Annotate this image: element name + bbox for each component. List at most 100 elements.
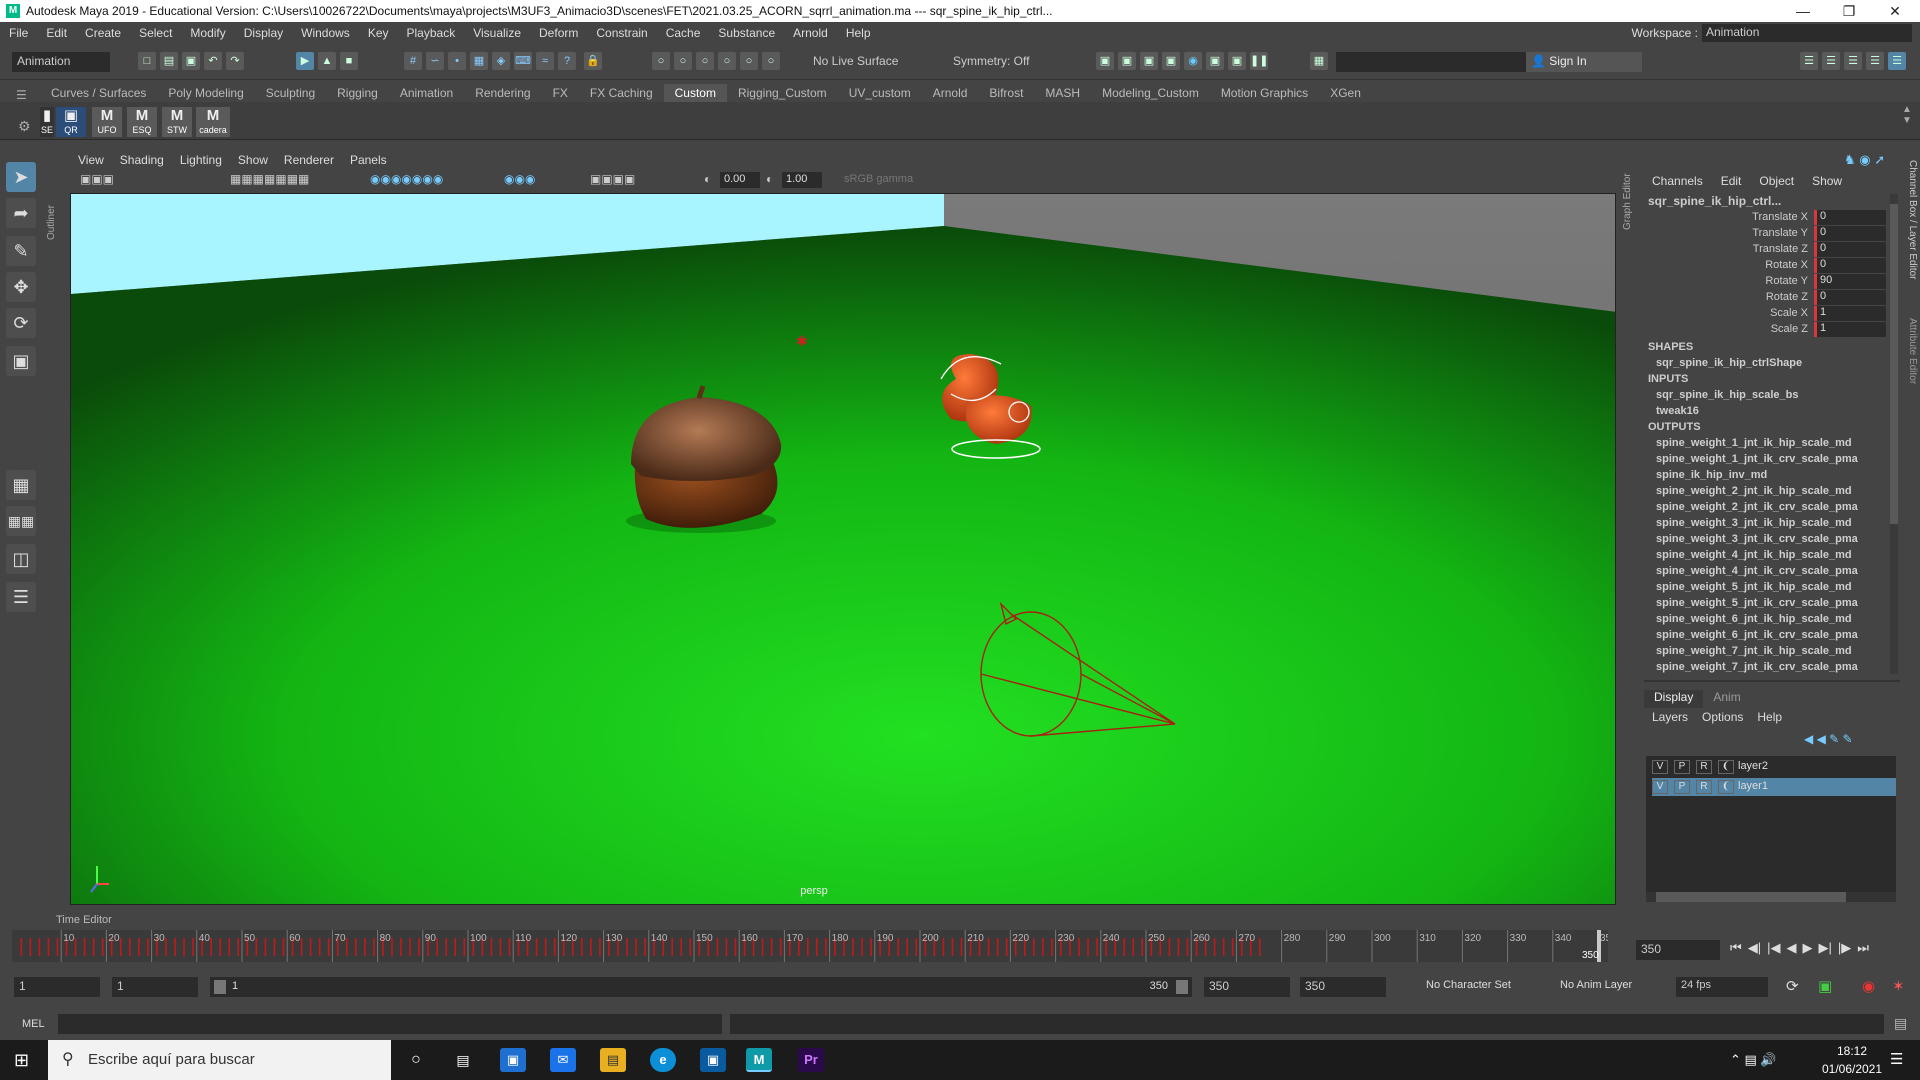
shelf-button-cadera[interactable]: Mcadera <box>196 107 230 137</box>
menu-windows[interactable]: Windows <box>292 26 359 40</box>
current-frame-field[interactable]: 350 <box>1636 940 1720 960</box>
render-view-window-icon[interactable]: ▣ <box>1096 52 1114 70</box>
cb-menu-channels[interactable]: Channels <box>1652 174 1703 188</box>
shelf-tab-uv-custom[interactable]: UV_custom <box>838 84 922 102</box>
render-current-frame-icon[interactable]: ▣ <box>1118 52 1136 70</box>
shelf-settings-gear-icon[interactable]: ⚙ <box>18 118 31 135</box>
range-slider[interactable]: 1 350 <box>210 977 1192 997</box>
auto-key-icon[interactable]: ▣ <box>1818 977 1832 995</box>
step-forward-frame-icon[interactable]: ▶| <box>1818 940 1831 956</box>
maximize-button[interactable]: ❐ <box>1826 0 1872 22</box>
shelf-tab-fx-caching[interactable]: FX Caching <box>579 84 664 102</box>
command-input[interactable] <box>58 1014 722 1034</box>
range-start-handle[interactable] <box>214 980 226 994</box>
layer-visibility-toggle[interactable]: V <box>1652 760 1668 774</box>
single-perspective-layout-icon[interactable]: ▦ <box>6 470 36 500</box>
viewport-menu-view[interactable]: View <box>70 153 112 171</box>
tool-settings-toggle-icon[interactable]: ☰ <box>1844 52 1862 70</box>
output-node[interactable]: spine_weight_7_jnt_ik_hip_scale_md <box>1656 645 1852 657</box>
input-node[interactable]: tweak16 <box>1656 405 1699 417</box>
shelf-tab-animation[interactable]: Animation <box>389 84 464 102</box>
menu-edit[interactable]: Edit <box>37 26 76 40</box>
step-back-frame-icon[interactable]: |◀ <box>1767 940 1780 956</box>
symmetry-field[interactable]: Symmetry: Off <box>948 52 1048 72</box>
go-to-start-icon[interactable]: ⏮ <box>1730 940 1742 956</box>
input-node[interactable]: sqr_spine_ik_hip_scale_bs <box>1656 389 1798 401</box>
select-by-object-icon[interactable]: ▲ <box>318 52 336 70</box>
menu-modify[interactable]: Modify <box>181 26 234 40</box>
time-editor-label[interactable]: Time Editor <box>56 914 112 926</box>
output-node[interactable]: spine_weight_3_jnt_ik_hip_scale_md <box>1656 517 1852 529</box>
step-forward-key-icon[interactable]: |▶ <box>1838 940 1851 956</box>
output-node[interactable]: spine_weight_1_jnt_ik_crv_scale_pma <box>1656 453 1858 465</box>
shelf-button-esq[interactable]: M ESQ <box>127 107 157 137</box>
store-icon[interactable]: ▣ <box>500 1048 526 1072</box>
open-scene-icon[interactable]: ▤ <box>160 52 178 70</box>
layer-reference-toggle[interactable]: R <box>1696 780 1712 794</box>
history-icon[interactable]: ⌨ <box>514 52 532 70</box>
shelf-tab-curves-surfaces[interactable]: Curves / Surfaces <box>40 84 157 102</box>
attribute-editor-toggle-icon[interactable]: ☰ <box>1822 52 1840 70</box>
live-surface-field[interactable]: No Live Surface <box>808 52 908 72</box>
layer-reference-toggle[interactable]: R <box>1696 760 1712 774</box>
shelf-button-qr[interactable]: ▣ QR <box>56 107 86 137</box>
auto-keyframe-toggle-icon[interactable]: ◉ <box>1862 977 1875 995</box>
layer-color-swatch[interactable]: ❨ <box>1718 780 1734 794</box>
attribute-editor-side-tab[interactable]: Attribute Editor <box>1904 318 1918 408</box>
ipr-icon[interactable]: ▣ <box>1140 52 1158 70</box>
layer-playback-toggle[interactable]: P <box>1674 780 1690 794</box>
output-node[interactable]: spine_weight_2_jnt_ik_crv_scale_pma <box>1656 501 1858 513</box>
output-node[interactable]: spine_weight_6_jnt_ik_hip_scale_md <box>1656 613 1852 625</box>
file-explorer-icon[interactable]: ▤ <box>600 1048 626 1072</box>
fps-dropdown[interactable]: 24 fps <box>1676 977 1768 997</box>
scene-start-field[interactable]: 1 <box>14 977 100 997</box>
layer-name[interactable]: layer1 <box>1738 780 1768 792</box>
viewport-menu-shading[interactable]: Shading <box>112 153 172 171</box>
render-settings-icon[interactable]: ○ <box>696 52 714 70</box>
mail-icon[interactable]: ✉ <box>550 1048 576 1072</box>
script-editor-icon[interactable]: ▤ <box>1894 1015 1907 1032</box>
undo-icon[interactable]: ↶ <box>204 52 222 70</box>
rotate-tool-icon[interactable]: ⟳ <box>6 308 36 338</box>
four-view-layout-icon[interactable]: ▦▦ <box>6 506 36 536</box>
outliner-toggle-icon[interactable]: ☰ <box>1800 52 1818 70</box>
shelf-tab-fx[interactable]: FX <box>542 84 579 102</box>
colorspace-dropdown[interactable]: sRGB gamma <box>840 172 1000 188</box>
shelf-tab-poly-modeling[interactable]: Poly Modeling <box>157 84 254 102</box>
menu-file[interactable]: File <box>0 26 37 40</box>
snap-view-plane-icon[interactable]: ▦ <box>470 52 488 70</box>
output-node[interactable]: spine_weight_6_jnt_ik_crv_scale_pma <box>1656 629 1858 641</box>
premiere-taskbar-icon[interactable]: Pr <box>798 1048 824 1072</box>
shelf-tab-motion-graphics[interactable]: Motion Graphics <box>1210 84 1319 102</box>
clock-time[interactable]: 18:12 <box>1820 1044 1884 1058</box>
output-node[interactable]: spine_weight_5_jnt_ik_crv_scale_pma <box>1656 597 1858 609</box>
menuset-dropdown[interactable]: Animation <box>12 52 110 72</box>
select-by-hierarchy-icon[interactable]: ▶ <box>296 52 314 70</box>
layer-horizontal-scrollbar[interactable] <box>1646 892 1896 902</box>
input-output-icon[interactable]: ? <box>558 52 576 70</box>
maya-taskbar-icon[interactable]: M <box>746 1048 772 1072</box>
save-scene-icon[interactable]: ▣ <box>182 52 200 70</box>
shape-node[interactable]: sqr_spine_ik_hip_ctrlShape <box>1656 357 1802 369</box>
close-button[interactable]: ✕ <box>1872 0 1918 22</box>
render-settings-window-icon[interactable]: ▣ <box>1162 52 1180 70</box>
channel-box-side-tab[interactable]: Channel Box / Layer Editor <box>1904 160 1918 300</box>
outliner-side-tab[interactable]: Outliner <box>46 160 60 240</box>
layer-row-selected[interactable]: V P R ❨ layer1 <box>1652 778 1896 796</box>
playback-start-field[interactable]: 1 <box>112 977 198 997</box>
move-tool-icon[interactable]: ✥ <box>6 272 36 302</box>
render-setup-icon[interactable]: ▣ <box>1228 52 1246 70</box>
graph-editor-side-tab[interactable]: Graph Editor <box>1622 160 1636 230</box>
taskbar-search-box[interactable]: ⚲ Escribe aquí para buscar <box>48 1040 391 1080</box>
arnold-render-icon[interactable]: ◉ <box>1184 52 1202 70</box>
shelf-scroll-arrows-icon[interactable]: ▲ ▼ <box>1902 104 1912 126</box>
menu-cache[interactable]: Cache <box>657 26 710 40</box>
shelf-tab-rigging[interactable]: Rigging <box>326 84 389 102</box>
viewport-menu-show[interactable]: Show <box>230 153 276 171</box>
quick-search-field[interactable] <box>1336 52 1532 72</box>
layer-playback-toggle[interactable]: P <box>1674 760 1690 774</box>
anim-layer-dropdown[interactable]: No Anim Layer <box>1560 979 1632 991</box>
playback-end-field[interactable]: 350 <box>1204 977 1290 997</box>
scene-end-field[interactable]: 350 <box>1300 977 1386 997</box>
output-node[interactable]: spine_weight_3_jnt_ik_crv_scale_pma <box>1656 533 1858 545</box>
